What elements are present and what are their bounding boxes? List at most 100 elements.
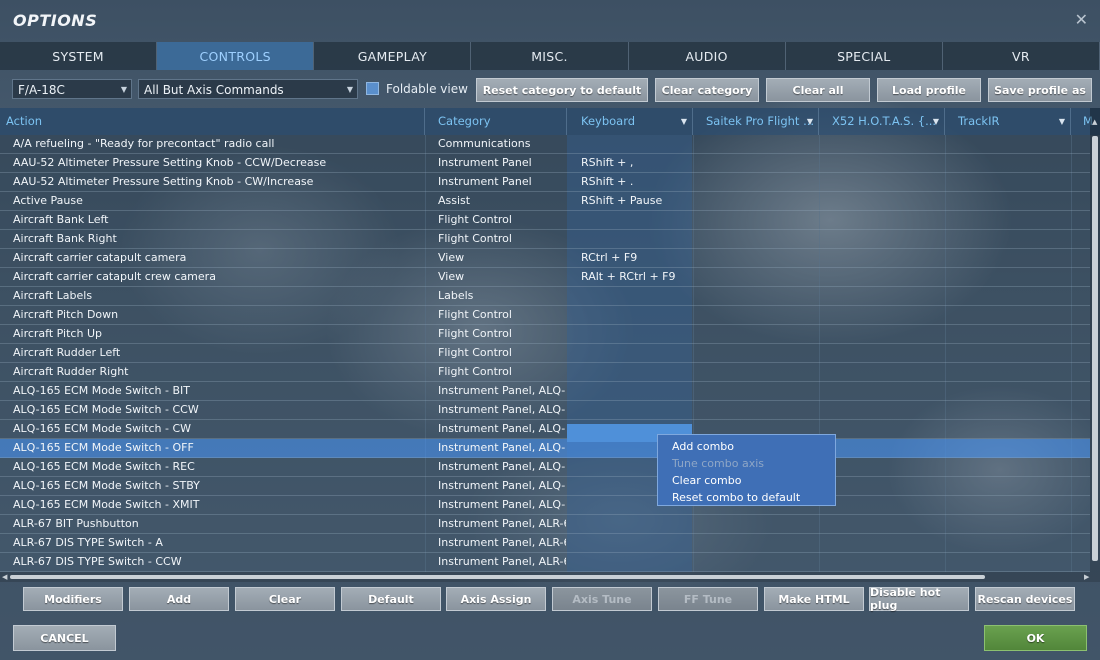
table-row[interactable]: Aircraft Bank Left Flight Control — [0, 211, 1090, 230]
table-row[interactable]: Aircraft Rudder Right Flight Control — [0, 363, 1090, 382]
aircraft-select[interactable]: F/A-18C ▼ — [12, 79, 132, 99]
foldable-view-checkbox[interactable] — [366, 82, 379, 95]
action-cell: ALQ-165 ECM Mode Switch - OFF — [13, 441, 194, 454]
action-cell: ALQ-165 ECM Mode Switch - XMIT — [13, 498, 200, 511]
keyboard-cell[interactable]: RAlt + RCtrl + F9 — [581, 268, 691, 286]
action-cell: AAU-52 Altimeter Pressure Setting Knob -… — [13, 156, 327, 169]
clear-category-button[interactable]: Clear category — [655, 78, 759, 102]
category-cell: View — [438, 251, 465, 264]
table-row[interactable]: ALQ-165 ECM Mode Switch - XMIT Instrument… — [0, 496, 1090, 515]
vertical-scroll-thumb[interactable] — [1092, 136, 1098, 561]
menu-item-clear-combo[interactable]: Clear combo — [672, 474, 741, 487]
table-row[interactable]: Active Pause Assist RShift + Pause — [0, 192, 1090, 211]
category-cell: Instrument Panel, ALQ-165 — [438, 441, 566, 454]
keyboard-cell[interactable]: RShift + . — [581, 173, 691, 191]
table-row[interactable]: ALQ-165 ECM Mode Switch - CCW Instrument … — [0, 401, 1090, 420]
chevron-down-icon: ▼ — [120, 85, 127, 94]
dropdown-arrow-icon: ▼ — [932, 117, 939, 126]
menu-item-add-combo[interactable]: Add combo — [672, 440, 734, 453]
table-row[interactable]: ALQ-165 ECM Mode Switch - OFF Instrument … — [0, 439, 1090, 458]
category-cell: Flight Control — [438, 327, 512, 340]
category-cell: Instrument Panel, ALQ-165 — [438, 422, 566, 435]
column-trackir[interactable]: TrackIR ▼ — [945, 108, 1071, 135]
action-cell: AAU-52 Altimeter Pressure Setting Knob -… — [13, 175, 314, 188]
column-keyboard[interactable]: Keyboard ▼ — [567, 108, 693, 135]
category-cell: Assist — [438, 194, 471, 207]
keyboard-cell[interactable]: RShift + , — [581, 154, 691, 172]
dropdown-arrow-icon: ▼ — [806, 117, 813, 126]
table-row[interactable]: ALR-67 DIS TYPE Switch - A Instrument Pan… — [0, 534, 1090, 553]
reset-category-button[interactable]: Reset category to default — [476, 78, 648, 102]
table-row[interactable]: A/A refueling - "Ready for precontact" r… — [0, 135, 1090, 154]
category-cell: Instrument Panel, ALQ-165 — [438, 384, 566, 397]
table-row[interactable]: Aircraft Pitch Down Flight Control — [0, 306, 1090, 325]
category-cell: Instrument Panel, ALQ-165 — [438, 403, 566, 416]
column-keyboard-label: Keyboard — [581, 114, 636, 128]
keyboard-cell[interactable]: RShift + Pause — [581, 192, 691, 210]
column-action-label: Action — [6, 114, 43, 128]
rescan-devices-button[interactable]: Rescan devices — [975, 587, 1075, 611]
horizontal-scroll-thumb[interactable] — [10, 575, 985, 579]
add-button[interactable]: Add — [129, 587, 229, 611]
category-filter-select[interactable]: All But Axis Commands ▼ — [138, 79, 358, 99]
dropdown-arrow-icon: ▼ — [1058, 117, 1065, 126]
category-cell: Flight Control — [438, 346, 512, 359]
load-profile-button[interactable]: Load profile — [877, 78, 981, 102]
action-cell: ALQ-165 ECM Mode Switch - REC — [13, 460, 195, 473]
axis-assign-button[interactable]: Axis Assign — [446, 587, 546, 611]
tab-vr[interactable]: VR — [942, 42, 1100, 70]
table-row[interactable]: Aircraft carrier catapult crew camera Vie… — [0, 268, 1090, 287]
tab-audio[interactable]: AUDIO — [628, 42, 786, 70]
tab-gameplay[interactable]: GAMEPLAY — [314, 42, 472, 70]
dropdown-arrow-icon: ▼ — [680, 117, 687, 126]
ok-button[interactable]: OK — [984, 625, 1087, 651]
table-row[interactable]: Aircraft Pitch Up Flight Control — [0, 325, 1090, 344]
column-x52-label: X52 H.O.T.A.S. {... — [832, 114, 937, 128]
scroll-up-icon[interactable]: ▲ — [1092, 118, 1097, 126]
clear-all-button[interactable]: Clear all — [766, 78, 870, 102]
disable-hot-plug-button[interactable]: Disable hot plug — [869, 586, 969, 612]
horizontal-scrollbar[interactable]: ◀ ▶ — [0, 572, 1100, 582]
make-html-button[interactable]: Make HTML — [764, 587, 864, 611]
tab-controls[interactable]: CONTROLS — [157, 42, 315, 70]
table-row[interactable]: AAU-52 Altimeter Pressure Setting Knob -… — [0, 173, 1090, 192]
modifiers-button[interactable]: Modifiers — [23, 587, 123, 611]
table-row[interactable]: AAU-52 Altimeter Pressure Setting Knob -… — [0, 154, 1090, 173]
table-row[interactable]: ALQ-165 ECM Mode Switch - STBY Instrument… — [0, 477, 1090, 496]
table-row[interactable]: Aircraft Bank Right Flight Control — [0, 230, 1090, 249]
cancel-button[interactable]: CANCEL — [13, 625, 116, 651]
scroll-left-icon[interactable]: ◀ — [2, 573, 7, 581]
vertical-scrollbar[interactable]: ▲ — [1090, 108, 1100, 572]
action-cell: ALQ-165 ECM Mode Switch - CW — [13, 422, 192, 435]
table-row[interactable]: ALQ-165 ECM Mode Switch - CW Instrument P… — [0, 420, 1090, 439]
tab-misc[interactable]: MISC. — [471, 42, 629, 70]
column-category[interactable]: Category — [425, 108, 567, 135]
category-cell: Flight Control — [438, 232, 512, 245]
tab-system[interactable]: SYSTEM — [0, 42, 158, 70]
action-cell: ALR-67 DIS TYPE Switch - A — [13, 536, 163, 549]
column-saitek[interactable]: Saitek Pro Flight ... ▼ — [693, 108, 819, 135]
table-row[interactable]: ALR-67 DIS TYPE Switch - CCW Instrument P… — [0, 553, 1090, 572]
category-cell: Instrument Panel, ALR-67 — [438, 517, 566, 530]
menu-item-reset-combo[interactable]: Reset combo to default — [672, 491, 800, 504]
table-row[interactable]: ALQ-165 ECM Mode Switch - REC Instrument … — [0, 458, 1090, 477]
action-cell: Active Pause — [13, 194, 83, 207]
category-cell: Labels — [438, 289, 474, 302]
column-action[interactable]: Action — [0, 108, 425, 135]
table-row[interactable]: ALR-67 BIT Pushbutton Instrument Panel, A… — [0, 515, 1090, 534]
category-cell: Instrument Panel, ALR-67 — [438, 555, 566, 568]
keyboard-cell[interactable]: RCtrl + F9 — [581, 249, 691, 267]
table-row[interactable]: Aircraft carrier catapult camera View RCtr… — [0, 249, 1090, 268]
tab-special[interactable]: SPECIAL — [785, 42, 943, 70]
close-icon[interactable]: ✕ — [1075, 10, 1088, 29]
column-x52[interactable]: X52 H.O.T.A.S. {... ▼ — [819, 108, 945, 135]
default-button[interactable]: Default — [341, 587, 441, 611]
action-cell: Aircraft Rudder Left — [13, 346, 121, 359]
save-profile-as-button[interactable]: Save profile as — [988, 78, 1092, 102]
table-row[interactable]: ALQ-165 ECM Mode Switch - BIT Instrument … — [0, 382, 1090, 401]
scroll-right-icon[interactable]: ▶ — [1084, 573, 1089, 581]
table-row[interactable]: Aircraft Rudder Left Flight Control — [0, 344, 1090, 363]
table-row[interactable]: Aircraft Labels Labels — [0, 287, 1090, 306]
foldable-view-label: Foldable view — [386, 82, 468, 96]
clear-button[interactable]: Clear — [235, 587, 335, 611]
